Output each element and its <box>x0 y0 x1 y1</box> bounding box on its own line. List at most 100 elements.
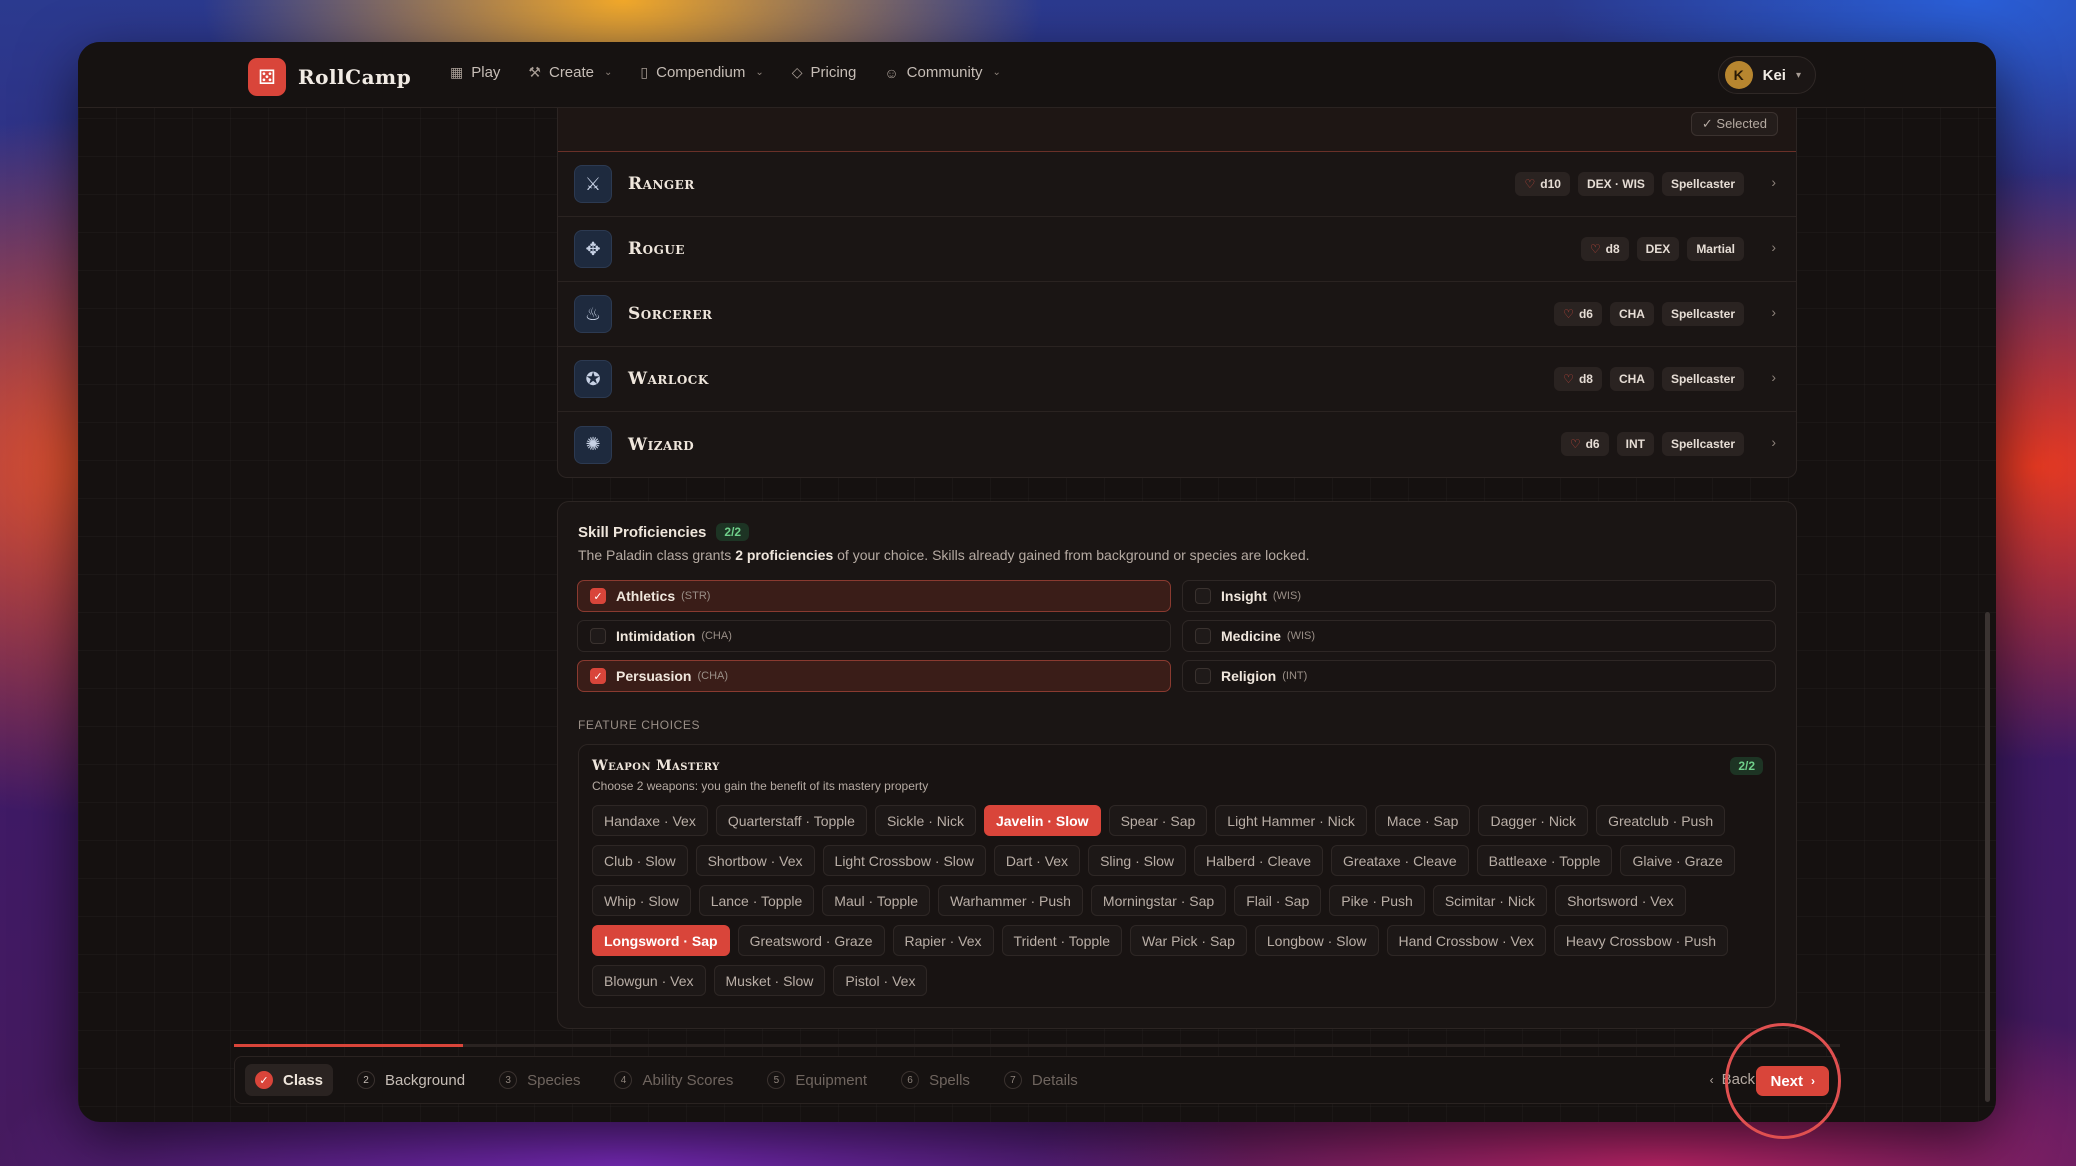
hit-die-tag: ♡ d10 <box>1515 172 1570 196</box>
weapon-chip[interactable]: Greataxe · Cleave <box>1331 845 1469 876</box>
weapon-chip[interactable]: Quarterstaff · Topple <box>715 805 867 836</box>
weapon-chip[interactable]: Trident · Topple <box>1001 925 1123 956</box>
nav-item-create[interactable]: ⚒ Create ⌄ <box>528 64 612 81</box>
weapon-chip[interactable]: War Pick · Sap <box>1130 925 1247 956</box>
weapon-chip[interactable]: Battleaxe · Topple <box>1476 845 1613 876</box>
wizard-stepper: ✓ Class 2 Background 3 Species 4 Ability Scores… <box>234 1056 1840 1104</box>
step-label: Ability Scores <box>642 1071 734 1089</box>
class-row-ranger[interactable]: ⚔ Ranger ♡ d10 DEX · WIS Spellcaster › <box>558 152 1796 217</box>
weapon-chip[interactable]: Heavy Crossbow · Push <box>1553 925 1729 956</box>
checkbox[interactable] <box>1195 628 1211 644</box>
weapon-chip[interactable]: Sling · Slow <box>1088 845 1186 876</box>
weapon-chip[interactable]: Light Hammer · Nick <box>1215 805 1367 836</box>
checkbox[interactable]: ✓ <box>590 668 606 684</box>
class-row-wizard[interactable]: ✺ Wizard ♡ d6 INT Spellcaster › <box>558 412 1796 477</box>
weapon-chip[interactable]: Dagger · Nick <box>1478 805 1589 836</box>
skill-option-athletics[interactable]: ✓ Athletics (STR) <box>577 580 1171 612</box>
chip-row: Club · Slow Shortbow · Vex Light Crossbow … <box>592 845 1772 876</box>
selected-badge: ✓ Selected <box>1690 112 1778 136</box>
weapon-chip[interactable]: Dart · Vex <box>993 845 1081 876</box>
step-class[interactable]: ✓ Class <box>245 1064 334 1096</box>
class-row-rogue[interactable]: ✥ Rogue ♡ d8 DEX Martial › <box>558 217 1796 282</box>
heart-icon: ♡ <box>1569 437 1581 451</box>
skill-name: Persuasion <box>616 668 692 684</box>
skill-option-persuasion[interactable]: ✓ Persuasion (CHA) <box>577 660 1171 692</box>
weapon-chip[interactable]: Light Crossbow · Slow <box>822 845 986 876</box>
skill-option-insight[interactable]: Insight (WIS) <box>1182 580 1776 612</box>
browser-window: ⚄ RollCamp ▦ Play ⚒ Create ⌄ ▯ Compendium ⌄ ◇ Pri… <box>78 42 1996 1122</box>
weapon-chip[interactable]: Blowgun · Vex <box>592 965 706 996</box>
class-list: ✓ Selected ⚔ Ranger ♡ d10 DEX · WIS Spellcast… <box>557 108 1797 478</box>
weapon-chip[interactable]: Javelin · Slow <box>983 805 1101 836</box>
class-row-warlock[interactable]: ✪ Warlock ♡ d8 CHA Spellcaster › <box>558 347 1796 412</box>
weapon-chip[interactable]: Flail · Sap <box>1234 885 1322 916</box>
hit-die-tag: ♡ d6 <box>1560 432 1609 456</box>
weapon-chip[interactable]: Spear · Sap <box>1108 805 1208 836</box>
ability-tag: CHA <box>1609 367 1654 391</box>
checkbox[interactable]: ✓ <box>590 588 606 604</box>
nav-item-pricing[interactable]: ◇ Pricing <box>792 64 857 81</box>
step-ability-scores[interactable]: 4 Ability Scores <box>604 1064 743 1096</box>
chevron-left-icon: ‹ <box>1709 1072 1714 1087</box>
nav-item-compendium[interactable]: ▯ Compendium ⌄ <box>640 64 763 81</box>
weapon-chip[interactable]: Longbow · Slow <box>1254 925 1379 956</box>
user-menu[interactable]: K Kei ▾ <box>1717 56 1816 94</box>
weapon-chip[interactable]: Hand Crossbow · Vex <box>1386 925 1546 956</box>
step-spells[interactable]: 6 Spells <box>891 1064 980 1096</box>
weapon-chip[interactable]: Greatsword · Graze <box>737 925 885 956</box>
weapon-chip[interactable]: Mace · Sap <box>1374 805 1471 836</box>
weapon-chip[interactable]: Glaive · Graze <box>1620 845 1735 876</box>
main-nav: ▦ Play ⚒ Create ⌄ ▯ Compendium ⌄ ◇ Pricing ☺ Commun… <box>450 64 1029 81</box>
weapon-chip[interactable]: Longsword · Sap <box>592 925 730 956</box>
weapon-chip[interactable]: Greatclub · Push <box>1596 805 1726 836</box>
chip-row: Handaxe · Vex Quarterstaff · Topple Sickle… <box>592 805 1772 836</box>
step-label: Details <box>1031 1071 1078 1089</box>
ability-tag: INT <box>1616 432 1654 456</box>
weapon-chip[interactable]: Scimitar · Nick <box>1432 885 1548 916</box>
weapon-chip[interactable]: Whip · Slow <box>592 885 691 916</box>
weapon-mastery-count: 2/2 <box>1730 757 1763 775</box>
weapon-chip[interactable]: Maul · Topple <box>822 885 931 916</box>
checkbox[interactable] <box>1195 668 1211 684</box>
class-row-sorcerer[interactable]: ♨ Sorcerer ♡ d6 CHA Spellcaster › <box>558 282 1796 347</box>
step-species[interactable]: 3 Species <box>489 1064 590 1096</box>
weapon-chip[interactable]: Handaxe · Vex <box>592 805 708 836</box>
weapon-chip[interactable]: Halberd · Cleave <box>1193 845 1324 876</box>
weapon-chip[interactable]: Club · Slow <box>592 845 688 876</box>
weapon-chip[interactable]: Lance · Topple <box>698 885 815 916</box>
check-icon: ✓ <box>255 1071 273 1089</box>
weapon-chip[interactable]: Morningstar · Sap <box>1090 885 1227 916</box>
weapon-chip[interactable]: Pistol · Vex <box>833 965 928 996</box>
step-equipment[interactable]: 5 Equipment <box>757 1064 877 1096</box>
weapon-chip[interactable]: Sickle · Nick <box>874 805 976 836</box>
skill-option-religion[interactable]: Religion (INT) <box>1182 660 1776 692</box>
ability-tag: DEX <box>1636 237 1680 261</box>
skill-ability: (WIS) <box>1286 630 1316 642</box>
skills-count-badge: 2/2 <box>716 523 750 541</box>
weapon-chip[interactable]: Musket · Slow <box>713 965 826 996</box>
class-type-tag: Spellcaster <box>1661 432 1744 456</box>
skills-description: The Paladin class grants 2 proficiencies… <box>578 547 1310 563</box>
heart-icon: ♡ <box>1563 307 1574 321</box>
class-name: Wizard <box>628 434 695 455</box>
step-details[interactable]: 7 Details <box>994 1064 1088 1096</box>
weapon-chip[interactable]: Shortsword · Vex <box>1555 885 1686 916</box>
skill-ability: (STR) <box>681 590 711 602</box>
brand[interactable]: ⚄ RollCamp <box>248 58 411 96</box>
nav-item-community[interactable]: ☺ Community ⌄ <box>884 64 1001 81</box>
step-background[interactable]: 2 Background <box>347 1064 475 1096</box>
step-number: 3 <box>499 1071 518 1089</box>
skill-option-medicine[interactable]: Medicine (WIS) <box>1182 620 1776 652</box>
weapon-chip[interactable]: Warhammer · Push <box>938 885 1083 916</box>
weapon-chip[interactable]: Pike · Push <box>1329 885 1425 916</box>
checkbox[interactable] <box>1195 588 1211 604</box>
weapon-chip[interactable]: Rapier · Vex <box>892 925 994 956</box>
checkbox[interactable] <box>590 628 606 644</box>
selected-class-card[interactable]: ✓ Selected <box>558 108 1796 152</box>
weapon-chip[interactable]: Shortbow · Vex <box>695 845 815 876</box>
dice-icon: ⚄ <box>248 58 286 96</box>
page-scrollbar[interactable] <box>1985 612 1990 1102</box>
skill-option-intimidation[interactable]: Intimidation (CHA) <box>577 620 1171 652</box>
nav-item-play[interactable]: ▦ Play <box>450 64 500 81</box>
chip-row: Longsword · Sap Greatsword · Graze Rapier … <box>592 925 1772 956</box>
